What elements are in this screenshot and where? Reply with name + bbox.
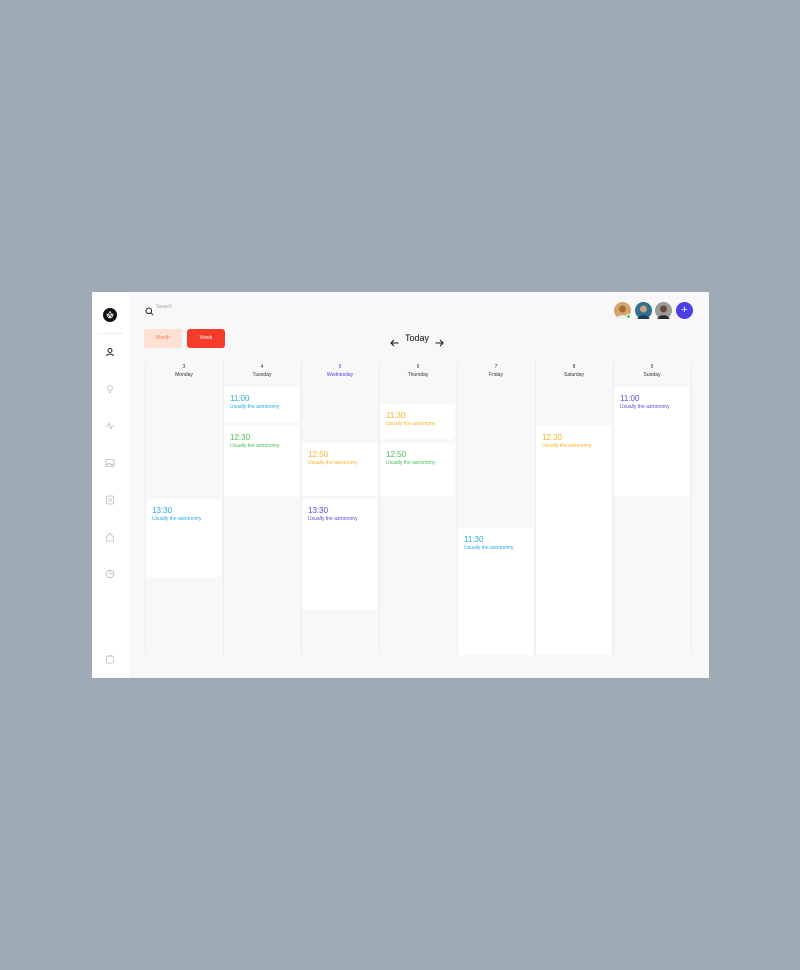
event-description: Usually the astronomy xyxy=(308,516,358,522)
day-number: 4 xyxy=(260,364,264,370)
event-description: Usually the astronomy xyxy=(230,404,280,410)
event-time: 11:00 xyxy=(620,394,640,403)
event-card[interactable]: 13:30 Usually the astronomy xyxy=(302,499,377,609)
user-avatar[interactable] xyxy=(655,302,672,319)
week-calendar: 3 Monday 4 Tuesday 5 Wednesday 6 Thursda… xyxy=(145,362,692,655)
activity-nav-icon[interactable] xyxy=(105,421,115,431)
event-card[interactable]: 12:50 Usually the astronomy xyxy=(380,443,455,496)
chart-nav-icon[interactable] xyxy=(105,569,115,579)
event-card[interactable]: 13:30 Usually the astronomy xyxy=(146,499,221,577)
add-button[interactable]: + xyxy=(676,302,693,319)
calendar-app-window: + Month Week Today 3 Monday 4 Tuesday 5 … xyxy=(92,292,709,678)
user-avatar[interactable] xyxy=(635,302,652,319)
event-time: 12:50 xyxy=(308,450,329,459)
column-divider xyxy=(691,362,692,655)
event-description: Usually the astronomy xyxy=(464,545,514,551)
home-nav-icon[interactable] xyxy=(105,532,115,542)
day-name: Monday xyxy=(175,372,193,378)
logo[interactable] xyxy=(103,308,117,322)
event-time: 12:30 xyxy=(542,433,563,442)
document-nav-icon[interactable] xyxy=(105,495,115,505)
day-name: Sunday xyxy=(643,372,661,378)
event-card[interactable]: 12:50 Usually the astronomy xyxy=(302,443,377,496)
online-status-dot xyxy=(626,314,631,319)
event-card[interactable]: 11:30 Usually the astronomy xyxy=(458,528,533,655)
settings-nav-icon[interactable] xyxy=(105,654,115,664)
event-card[interactable]: 12:30 Usually the astronomy xyxy=(224,426,299,496)
image-nav-icon[interactable] xyxy=(105,458,115,468)
event-card[interactable]: 11:00 Usually the astronomy xyxy=(614,387,689,496)
day-number: 5 xyxy=(338,364,342,370)
event-time: 11:30 xyxy=(464,535,484,544)
search-input[interactable] xyxy=(156,302,276,312)
day-number: 8 xyxy=(572,364,576,370)
event-description: Usually the astronomy xyxy=(152,516,202,522)
event-description: Usually the astronomy xyxy=(620,404,670,410)
today-label[interactable]: Today xyxy=(405,333,429,343)
event-card[interactable]: 12:30 Usually the astronomy xyxy=(536,426,611,655)
event-time: 12:30 xyxy=(230,433,251,442)
search-icon[interactable] xyxy=(145,303,154,316)
day-name: Friday xyxy=(489,372,503,378)
next-week-arrow-icon[interactable] xyxy=(435,334,444,347)
event-description: Usually the astronomy xyxy=(386,421,436,427)
day-name: Thursday xyxy=(407,372,429,378)
event-time: 11:30 xyxy=(386,411,406,420)
sidebar-divider xyxy=(98,333,123,334)
leaf-logo-icon xyxy=(106,311,114,319)
week-view-button[interactable]: Week xyxy=(187,329,225,348)
day-number: 9 xyxy=(650,364,654,370)
event-time: 11:00 xyxy=(230,394,250,403)
prev-week-arrow-icon[interactable] xyxy=(390,334,399,347)
event-time: 13:30 xyxy=(308,506,329,515)
bulb-nav-icon[interactable] xyxy=(105,384,115,394)
event-card[interactable]: 11:30 Usually the astronomy xyxy=(380,404,455,439)
event-card[interactable]: 11:00 Usually the astronomy xyxy=(224,387,299,422)
day-number: 3 xyxy=(182,364,186,370)
profile-nav-icon[interactable] xyxy=(105,347,115,357)
month-view-button[interactable]: Month xyxy=(144,329,182,348)
user-avatar[interactable] xyxy=(614,302,631,319)
event-description: Usually the astronomy xyxy=(386,460,436,466)
day-name: Tuesday xyxy=(252,372,272,378)
day-name: Saturday xyxy=(563,372,584,378)
event-time: 13:30 xyxy=(152,506,173,515)
plus-icon: + xyxy=(681,304,688,316)
sidebar xyxy=(92,292,129,678)
event-description: Usually the astronomy xyxy=(542,443,592,449)
event-description: Usually the astronomy xyxy=(308,460,358,466)
event-time: 12:50 xyxy=(386,450,407,459)
day-number: 6 xyxy=(416,364,420,370)
day-name: Wednesday xyxy=(326,372,354,378)
day-number: 7 xyxy=(494,364,498,370)
event-description: Usually the astronomy xyxy=(230,443,280,449)
